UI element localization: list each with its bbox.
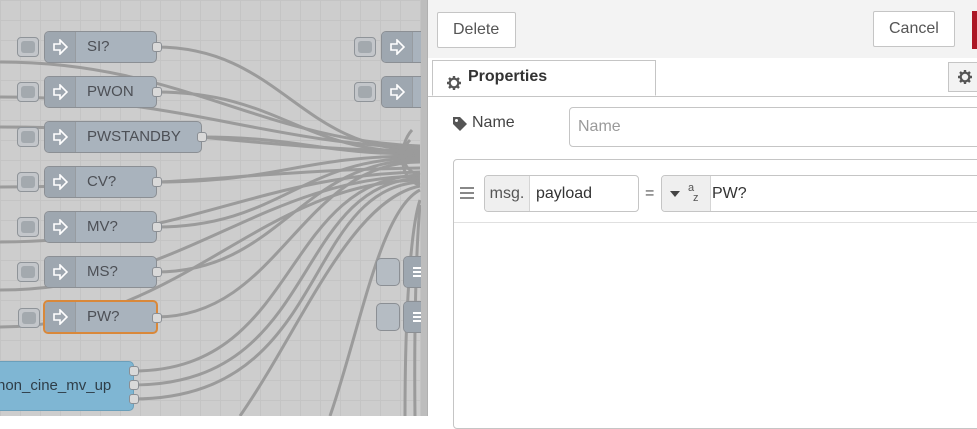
inject-icon: [45, 32, 76, 62]
tab-settings[interactable]: [948, 62, 977, 92]
drag-handle-icon[interactable]: [460, 186, 474, 204]
inject-trigger-button[interactable]: [17, 127, 39, 147]
output-port[interactable]: [129, 394, 139, 404]
inject-node[interactable]: MS?: [17, 256, 162, 288]
inject-trigger-button[interactable]: [354, 82, 376, 102]
output-port[interactable]: [152, 42, 162, 52]
inject-node[interactable]: CV?: [17, 166, 162, 198]
inject-trigger-button[interactable]: [17, 217, 39, 237]
tray-tabs: Properties: [428, 58, 977, 97]
rules-list: msg. payload = az PW?: [453, 159, 977, 429]
delete-button[interactable]: Delete: [437, 12, 516, 48]
done-button[interactable]: [972, 11, 977, 49]
value-input[interactable]: az PW?: [661, 175, 977, 212]
output-port[interactable]: [129, 366, 139, 376]
operator-label: =: [645, 185, 655, 202]
inject-icon: [45, 122, 76, 152]
node-label: CV?: [87, 173, 117, 190]
output-port[interactable]: [152, 87, 162, 97]
rule-row: msg. payload = az PW?: [454, 160, 977, 223]
node-label: MV?: [87, 218, 118, 235]
name-label-text: Name: [472, 114, 515, 131]
inject-trigger-button[interactable]: [17, 172, 39, 192]
node-label: SI?: [87, 38, 110, 55]
output-port[interactable]: [152, 267, 162, 277]
value-text[interactable]: PW?: [712, 176, 747, 211]
inject-node[interactable]: PWSTANDBY: [17, 121, 207, 153]
tab-label: Properties: [468, 68, 548, 85]
output-port[interactable]: [152, 313, 162, 323]
node-label: MS?: [87, 263, 118, 280]
inject-icon: [45, 212, 76, 242]
inject-icon: [382, 77, 413, 107]
node-label: PWON: [87, 83, 134, 100]
inject-icon: [45, 77, 76, 107]
input-port[interactable]: [376, 303, 400, 331]
inject-trigger-button[interactable]: [17, 262, 39, 282]
inject-trigger-button[interactable]: [354, 37, 376, 57]
value-type-select[interactable]: az: [662, 176, 711, 211]
inject-node-selected[interactable]: PW?: [18, 300, 162, 334]
node-label: PW?: [87, 308, 120, 325]
string-type-icon: az: [688, 182, 699, 204]
inject-node[interactable]: SI?: [17, 31, 162, 63]
inject-trigger-button[interactable]: [17, 37, 39, 57]
name-input[interactable]: [569, 107, 977, 147]
property-type-prefix[interactable]: msg.: [485, 176, 530, 211]
inject-icon: [45, 302, 76, 332]
mqtt-node[interactable]: non_cine_mv_up: [0, 361, 139, 411]
tab-properties[interactable]: Properties: [432, 60, 656, 96]
property-value[interactable]: payload: [536, 176, 592, 211]
tray-toolbar: Delete Cancel: [428, 0, 977, 59]
property-input[interactable]: msg. payload: [484, 175, 639, 212]
edit-tray: Delete Cancel Properties Name Name msg. …: [427, 0, 977, 429]
flow-workspace[interactable]: SI? PWON PWSTANDBY CV? MV? MS? PW? non_c…: [0, 0, 427, 416]
node-label: non_cine_mv_up: [0, 377, 112, 394]
cancel-button[interactable]: Cancel: [873, 11, 955, 47]
output-port[interactable]: [129, 380, 139, 390]
inject-node[interactable]: MV?: [17, 211, 162, 243]
output-port[interactable]: [152, 177, 162, 187]
output-port[interactable]: [197, 132, 207, 142]
inject-icon: [382, 32, 413, 62]
output-port[interactable]: [152, 222, 162, 232]
input-port[interactable]: [376, 258, 400, 286]
inject-icon: [45, 257, 76, 287]
inject-icon: [45, 167, 76, 197]
node-label: PWSTANDBY: [87, 128, 181, 145]
inject-node[interactable]: PWON: [17, 76, 162, 108]
properties-form: Name msg. payload = az PW?: [428, 97, 977, 429]
inject-trigger-button[interactable]: [18, 308, 40, 328]
tag-icon: [453, 117, 467, 131]
caret-down-icon: [670, 191, 680, 197]
inject-trigger-button[interactable]: [17, 82, 39, 102]
